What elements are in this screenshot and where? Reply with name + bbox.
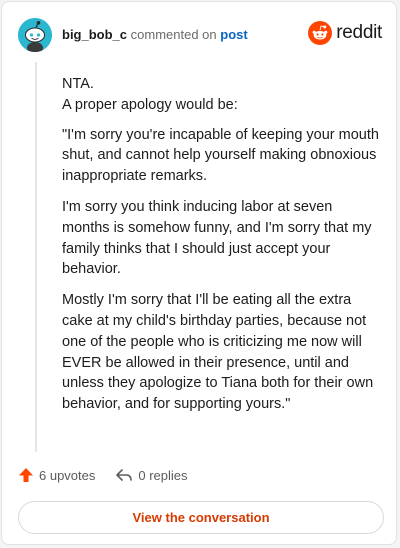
comment-paragraph: I'm sorry you think inducing labor at se… bbox=[62, 198, 372, 278]
reply-arrow-icon bbox=[116, 469, 133, 481]
comment-actions: 6 upvotes 0 replies bbox=[18, 467, 188, 483]
comment-body: NTA. A proper apology would be: "I'm sor… bbox=[62, 74, 382, 425]
comment-paragraph: "I'm sorry you're incapable of keeping y… bbox=[62, 126, 379, 185]
comment-paragraph: Mostly I'm sorry that I'll be eating all… bbox=[62, 292, 374, 413]
commented-on-text: commented on bbox=[130, 27, 217, 42]
comment-paragraph: NTA. A proper apology would be: bbox=[62, 76, 238, 113]
upvote-button[interactable]: 6 upvotes bbox=[18, 467, 95, 483]
reply-count: 0 replies bbox=[138, 467, 188, 483]
post-link[interactable]: post bbox=[220, 27, 247, 42]
upvote-arrow-icon bbox=[19, 468, 33, 482]
comment-header: big_bob_c commented on post bbox=[62, 27, 248, 42]
upvote-count: 6 upvotes bbox=[39, 467, 96, 483]
reddit-snoo-logo-icon bbox=[308, 21, 333, 45]
reddit-wordmark: reddit bbox=[336, 22, 382, 43]
snoo-avatar-icon bbox=[18, 18, 52, 52]
thread-line bbox=[35, 62, 37, 452]
comment-embed-card: big_bob_c commented on post reddit NTA. … bbox=[1, 1, 397, 545]
view-conversation-button[interactable]: View the conversation bbox=[18, 501, 384, 534]
avatar[interactable] bbox=[18, 18, 52, 52]
username-link[interactable]: big_bob_c bbox=[62, 27, 127, 42]
reply-button[interactable]: 0 replies bbox=[115, 467, 188, 483]
reddit-logo[interactable]: reddit bbox=[308, 21, 382, 45]
